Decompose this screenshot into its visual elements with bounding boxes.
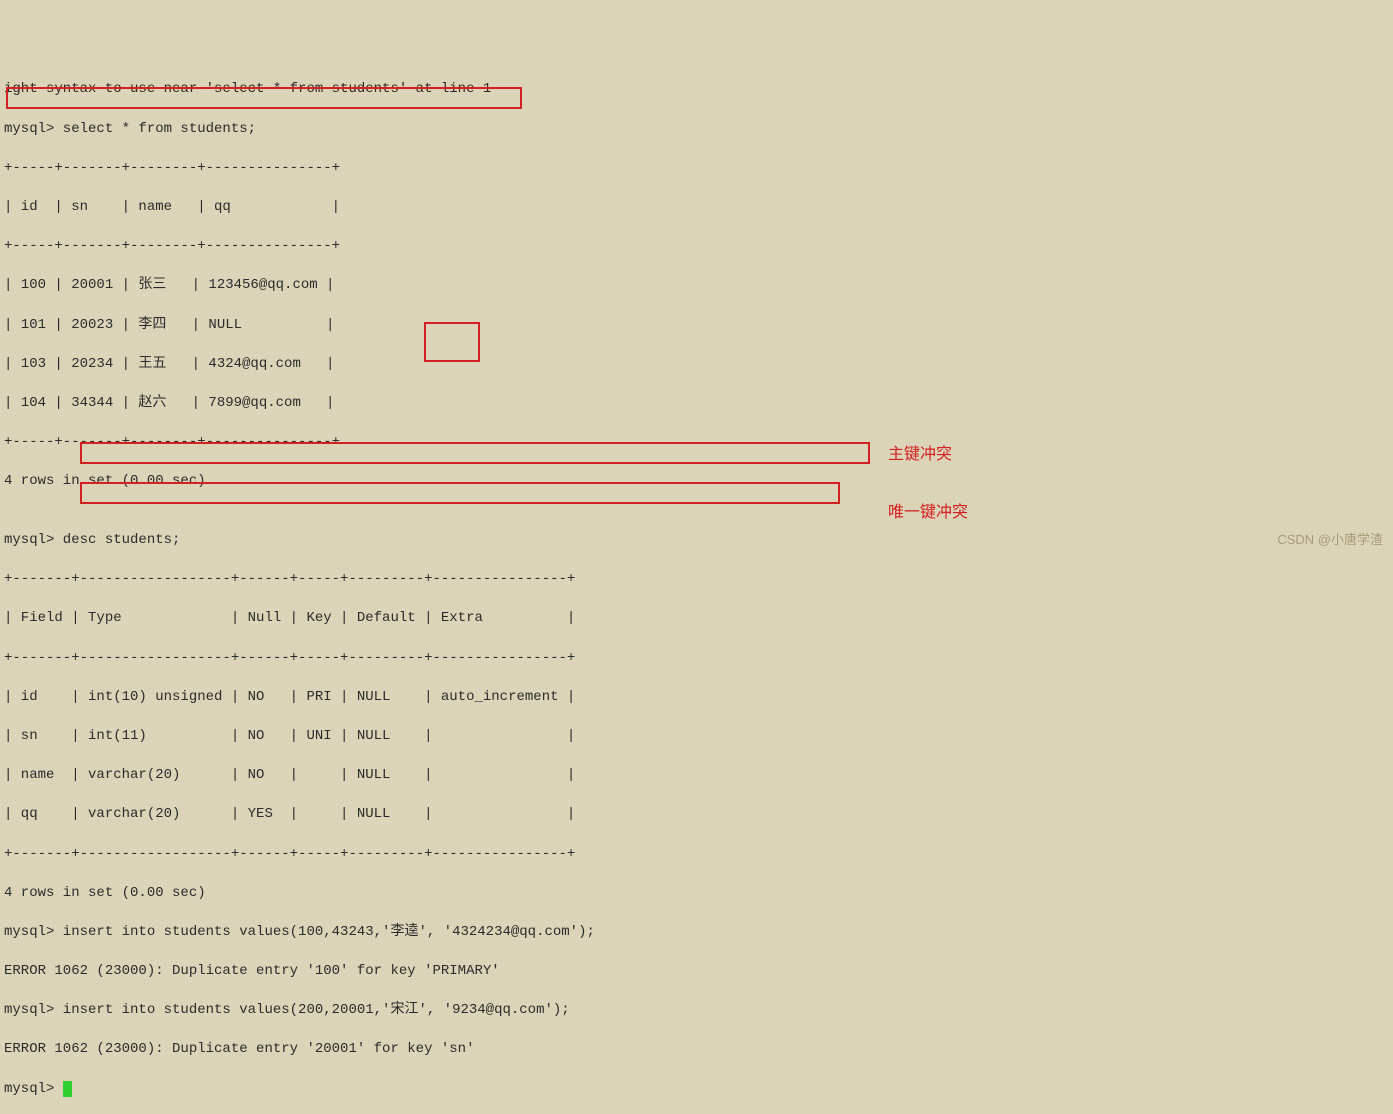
cursor-icon: [63, 1081, 72, 1097]
result-summary: 4 rows in set (0.00 sec): [4, 884, 1389, 904]
table-header-row: | Field | Type | Null | Key | Default | …: [4, 609, 1389, 629]
table-border: +-----+-------+--------+---------------+: [4, 237, 1389, 257]
table-row: | 103 | 20234 | 王五 | 4324@qq.com |: [4, 355, 1389, 375]
table-header-row: | id | sn | name | qq |: [4, 198, 1389, 218]
mysql-prompt-active[interactable]: mysql>: [4, 1080, 1389, 1100]
table-row: | 101 | 20023 | 李四 | NULL |: [4, 316, 1389, 336]
table-border: +-------+------------------+------+-----…: [4, 649, 1389, 669]
error-line: ERROR 1062 (23000): Duplicate entry '100…: [4, 962, 1389, 982]
annotation-primary-conflict: 主键冲突: [888, 444, 952, 466]
mysql-prompt-select: mysql> select * from students;: [4, 120, 1389, 140]
table-border: +-----+-------+--------+---------------+: [4, 433, 1389, 453]
mysql-prompt-desc: mysql> desc students;: [4, 531, 1389, 551]
watermark-text: CSDN @小唐学渣: [1277, 531, 1383, 549]
table-row: | 104 | 34344 | 赵六 | 7899@qq.com |: [4, 394, 1389, 414]
mysql-prompt-insert: mysql> insert into students values(100,4…: [4, 923, 1389, 943]
table-border: +-----+-------+--------+---------------+: [4, 159, 1389, 179]
prompt-text: mysql>: [4, 1081, 63, 1097]
table-row: | 100 | 20001 | 张三 | 123456@qq.com |: [4, 276, 1389, 296]
table-border: +-------+------------------+------+-----…: [4, 845, 1389, 865]
table-row: | name | varchar(20) | NO | | NULL | |: [4, 766, 1389, 786]
mysql-prompt-insert: mysql> insert into students values(200,2…: [4, 1001, 1389, 1021]
error-line: ERROR 1062 (23000): Duplicate entry '200…: [4, 1040, 1389, 1060]
annotation-unique-conflict: 唯一键冲突: [888, 502, 968, 524]
result-summary: 4 rows in set (0.00 sec): [4, 472, 1389, 492]
table-row: | id | int(10) unsigned | NO | PRI | NUL…: [4, 688, 1389, 708]
table-border: +-------+------------------+------+-----…: [4, 570, 1389, 590]
table-row: | sn | int(11) | NO | UNI | NULL | |: [4, 727, 1389, 747]
table-row: | qq | varchar(20) | YES | | NULL | |: [4, 805, 1389, 825]
terminal-line-partial: ight syntax to use near 'select * from s…: [4, 80, 1389, 100]
